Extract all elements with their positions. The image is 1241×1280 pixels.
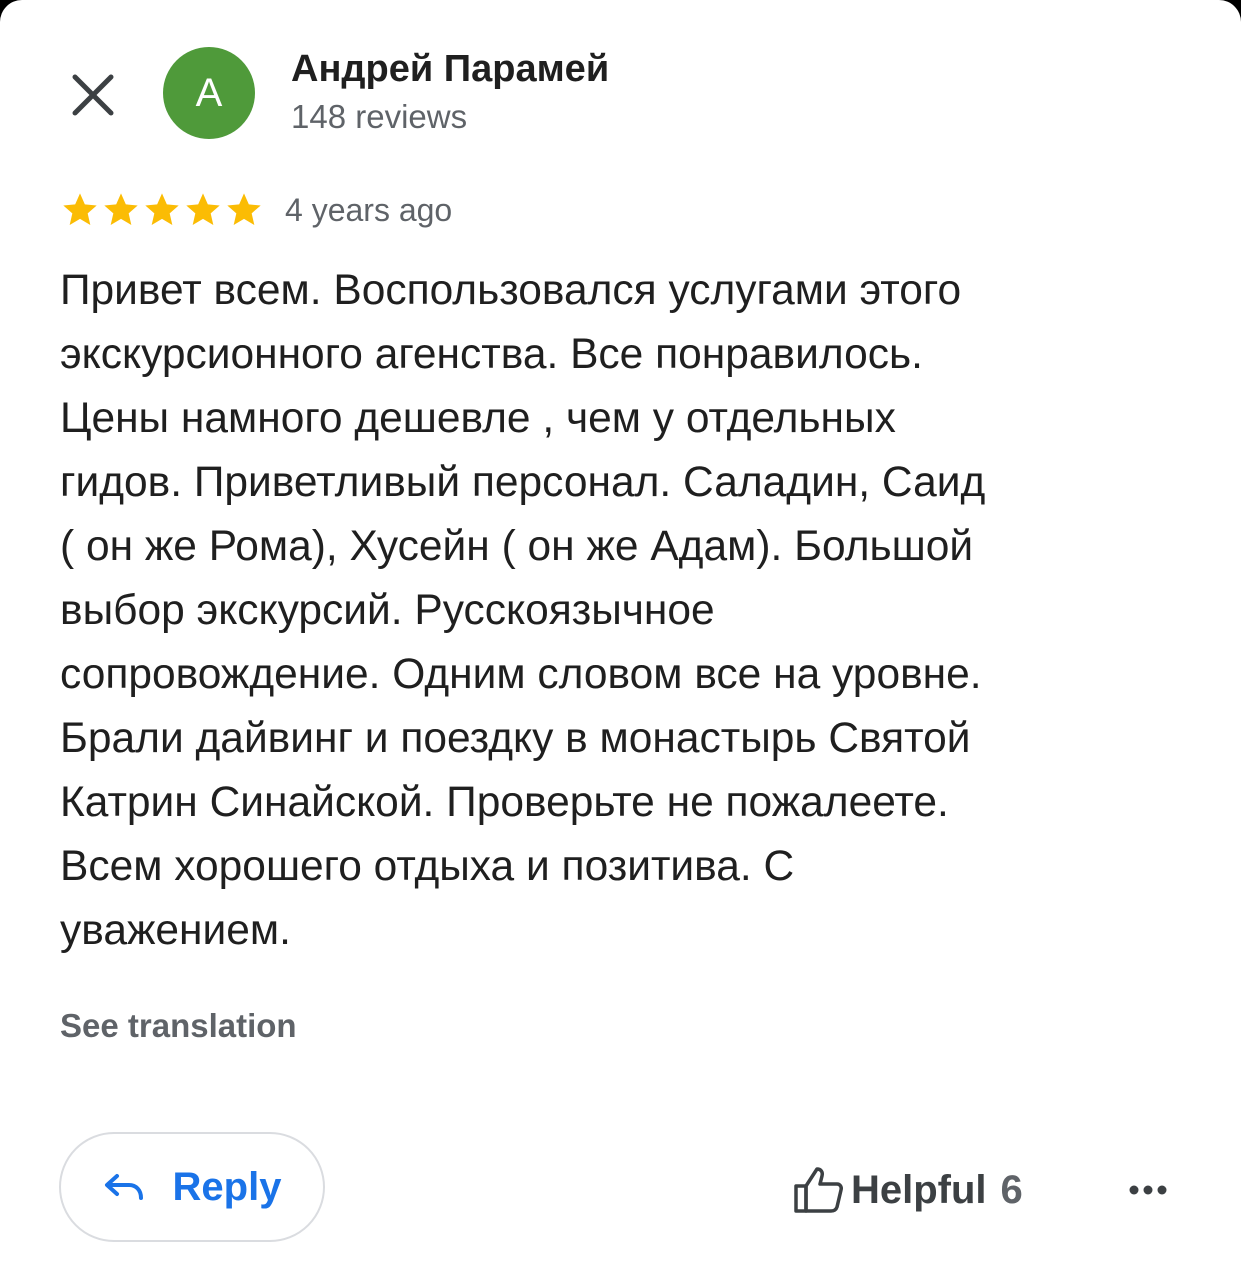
review-line: Всем хорошего отдыха и позитива. С <box>60 843 795 890</box>
review-count: 148 reviews <box>291 98 468 135</box>
helpful-label: Helpful <box>851 1167 987 1212</box>
reply-button[interactable]: Reply <box>59 1132 325 1242</box>
helpful-button[interactable]: Helpful 6 <box>793 1160 1023 1220</box>
review-line: выбор экскурсий. Русскоязычное <box>60 587 715 634</box>
thumbs-up-icon <box>794 1167 843 1213</box>
review-sheet: А Андрей Парамей 148 reviews 4 years ago… <box>0 0 1241 1280</box>
more-horizontal-icon <box>1129 1185 1167 1195</box>
review-time: 4 years ago <box>285 192 453 228</box>
star-icon <box>63 193 97 225</box>
review-line: ( он же Рома), Хусейн ( он же Адам). Бол… <box>60 523 974 570</box>
review-line: Катрин Синайской. Проверьте не пожалеете… <box>60 779 949 826</box>
review-line: Цены намного дешевле , чем у отдельных <box>60 395 896 442</box>
star-rating <box>60 190 264 230</box>
star-icon <box>104 193 138 225</box>
more-options-button[interactable] <box>1118 1162 1178 1218</box>
reply-arrow-icon <box>104 1174 143 1200</box>
close-icon <box>72 74 114 116</box>
star-icon <box>186 193 220 225</box>
review-line: уважением. <box>60 907 291 954</box>
reply-label: Reply <box>172 1164 282 1209</box>
review-line: Брали дайвинг и поездку в монастырь Свят… <box>60 715 971 762</box>
review-text: Привет всем. Воспользовался услугами это… <box>60 259 1180 963</box>
avatar-letter: А <box>195 70 223 115</box>
avatar[interactable]: А <box>163 47 255 139</box>
review-line: экскурсионного агенства. Все понравилось… <box>60 331 923 378</box>
helpful-count: 6 <box>1000 1167 1023 1212</box>
review-line: гидов. Приветливый персонал. Саладин, Са… <box>60 459 986 506</box>
star-icon <box>227 193 261 225</box>
author-name[interactable]: Андрей Парамей <box>291 48 609 91</box>
review-line: Привет всем. Воспользовался услугами это… <box>60 267 962 314</box>
see-translation-link[interactable]: See translation <box>60 1007 297 1045</box>
star-icon <box>145 193 179 225</box>
review-line: сопровождение. Одним словом все на уровн… <box>60 651 982 698</box>
close-button[interactable] <box>62 64 124 126</box>
